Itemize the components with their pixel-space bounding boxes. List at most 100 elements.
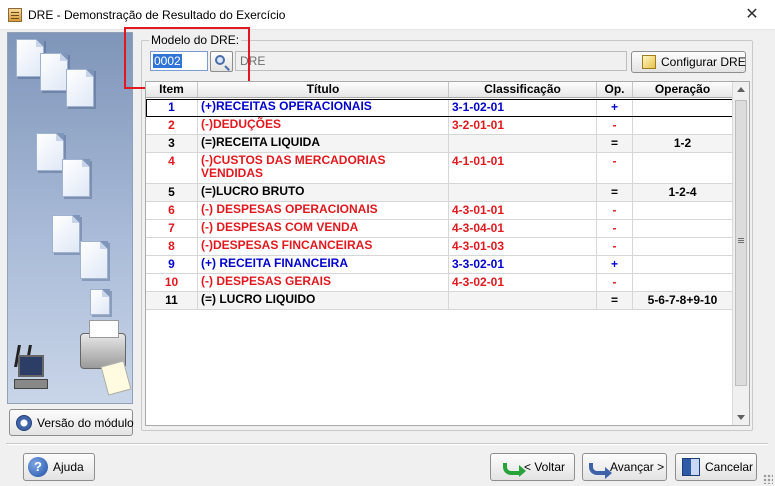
cell-item[interactable]: 2: [146, 117, 198, 134]
scroll-thumb[interactable]: [735, 100, 747, 386]
table-row[interactable]: 5 (=)LUCRO BRUTO = 1-2-4: [146, 184, 733, 202]
cell-classificacao[interactable]: 3-1-02-01: [449, 99, 597, 116]
cell-item[interactable]: 4: [146, 153, 198, 183]
cell-titulo[interactable]: (-) DESPESAS COM VENDA: [198, 220, 449, 237]
window-title: DRE - Demonstração de Resultado do Exerc…: [28, 8, 286, 22]
wizard-banner: [7, 32, 133, 404]
cell-titulo[interactable]: (=)LUCRO BRUTO: [198, 184, 449, 201]
cell-titulo[interactable]: (-)CUSTOS DAS MERCADORIAS VENDIDAS: [198, 153, 449, 183]
model-code-input[interactable]: 0002: [150, 51, 208, 71]
help-button[interactable]: ? Ajuda: [23, 453, 95, 481]
document-icon: [62, 159, 90, 197]
cell-classificacao[interactable]: [449, 135, 597, 152]
cell-classificacao[interactable]: 4-3-04-01: [449, 220, 597, 237]
table-row[interactable]: 11 (=) LUCRO LIQUIDO = 5-6-7-8+9-10: [146, 292, 733, 310]
table-row[interactable]: 3 (=)RECEITA LIQUIDA = 1-2: [146, 135, 733, 153]
back-button[interactable]: < Voltar: [490, 453, 575, 481]
column-header-item[interactable]: Item: [146, 82, 198, 97]
cell-classificacao[interactable]: 4-3-01-03: [449, 238, 597, 255]
cell-titulo[interactable]: (-) DESPESAS GERAIS: [198, 274, 449, 291]
dre-grid[interactable]: Item Título Classificação Op. Operação 1…: [145, 81, 750, 426]
resize-grip[interactable]: [763, 474, 773, 484]
column-header-operacao[interactable]: Operação: [633, 82, 733, 97]
cell-op[interactable]: -: [597, 274, 633, 291]
lookup-button[interactable]: [210, 51, 233, 72]
cell-item[interactable]: 6: [146, 202, 198, 219]
cell-item[interactable]: 1: [146, 99, 198, 116]
cell-operacao[interactable]: 1-2-4: [633, 184, 733, 201]
vertical-scrollbar[interactable]: [732, 82, 749, 425]
column-header-op[interactable]: Op.: [597, 82, 633, 97]
cell-operacao[interactable]: [633, 153, 733, 183]
cancel-label: Cancelar: [705, 460, 754, 474]
module-version-button[interactable]: Versão do módulo: [9, 409, 134, 436]
title-bar: DRE - Demonstração de Resultado do Exerc…: [0, 0, 775, 30]
cell-titulo[interactable]: (+)RECEITAS OPERACIONAIS: [198, 99, 449, 116]
cell-op[interactable]: -: [597, 220, 633, 237]
table-row[interactable]: 2 (-)DEDUÇÕES 3-2-01-01-: [146, 117, 733, 135]
cell-item[interactable]: 7: [146, 220, 198, 237]
edit-icon: [642, 55, 656, 69]
cell-titulo[interactable]: (-)DEDUÇÕES: [198, 117, 449, 134]
cell-item[interactable]: 11: [146, 292, 198, 309]
cell-item[interactable]: 5: [146, 184, 198, 201]
cell-op[interactable]: +: [597, 99, 633, 116]
cell-classificacao[interactable]: 3-2-01-01: [449, 117, 597, 134]
scroll-up-icon[interactable]: [737, 87, 745, 92]
cell-op[interactable]: =: [597, 135, 633, 152]
cell-operacao[interactable]: [633, 238, 733, 255]
table-row[interactable]: 10 (-) DESPESAS GERAIS 4-3-02-01-: [146, 274, 733, 292]
cell-titulo[interactable]: (=)RECEITA LIQUIDA: [198, 135, 449, 152]
cell-item[interactable]: 3: [146, 135, 198, 152]
document-icon: [80, 241, 108, 279]
cell-operacao[interactable]: [633, 202, 733, 219]
cell-operacao[interactable]: [633, 99, 733, 116]
column-header-classificacao[interactable]: Classificação: [449, 82, 597, 97]
configure-dre-label: Configurar DRE: [661, 55, 746, 69]
module-icon: [16, 414, 32, 431]
cell-operacao[interactable]: 5-6-7-8+9-10: [633, 292, 733, 309]
cell-op[interactable]: -: [597, 238, 633, 255]
table-row[interactable]: 4 (-)CUSTOS DAS MERCADORIAS VENDIDAS 4-1-0…: [146, 153, 733, 184]
cell-op[interactable]: -: [597, 117, 633, 134]
cell-classificacao[interactable]: [449, 184, 597, 201]
cell-op[interactable]: =: [597, 292, 633, 309]
scroll-down-icon[interactable]: [737, 415, 745, 420]
cell-item[interactable]: 8: [146, 238, 198, 255]
table-row[interactable]: 8 (-)DESPESAS FINCANCEIRAS 4-3-01-03-: [146, 238, 733, 256]
cell-operacao[interactable]: [633, 256, 733, 273]
cell-titulo[interactable]: (=) LUCRO LIQUIDO: [198, 292, 449, 309]
table-row[interactable]: 7 (-) DESPESAS COM VENDA 4-3-04-01-: [146, 220, 733, 238]
cell-classificacao[interactable]: 4-3-02-01: [449, 274, 597, 291]
cell-titulo[interactable]: (-) DESPESAS OPERACIONAIS: [198, 202, 449, 219]
cell-classificacao[interactable]: 4-1-01-01: [449, 153, 597, 183]
document-icon: [52, 215, 80, 253]
next-arrow-icon: [589, 463, 612, 479]
cell-item[interactable]: 9: [146, 256, 198, 273]
cell-classificacao[interactable]: 3-3-02-01: [449, 256, 597, 273]
close-icon[interactable]: ✕: [743, 6, 761, 24]
cell-op[interactable]: -: [597, 202, 633, 219]
cell-op[interactable]: =: [597, 184, 633, 201]
cell-operacao[interactable]: [633, 220, 733, 237]
table-row[interactable]: 6 (-) DESPESAS OPERACIONAIS 4-3-01-01-: [146, 202, 733, 220]
next-button[interactable]: Avançar >: [582, 453, 667, 481]
exit-icon: [682, 458, 700, 476]
cell-operacao[interactable]: [633, 274, 733, 291]
cell-operacao[interactable]: 1-2: [633, 135, 733, 152]
cell-op[interactable]: +: [597, 256, 633, 273]
cell-titulo[interactable]: (+) RECEITA FINANCEIRA: [198, 256, 449, 273]
cell-operacao[interactable]: [633, 117, 733, 134]
table-row[interactable]: 9 (+) RECEITA FINANCEIRA 3-3-02-01 +: [146, 256, 733, 274]
cell-classificacao[interactable]: 4-3-01-01: [449, 202, 597, 219]
model-group-label: Modelo do DRE:: [149, 33, 242, 47]
table-row[interactable]: 1 (+)RECEITAS OPERACIONAIS 3-1-02-01 +: [146, 99, 733, 117]
module-version-label: Versão do módulo: [37, 415, 134, 430]
cell-classificacao[interactable]: [449, 292, 597, 309]
cell-item[interactable]: 10: [146, 274, 198, 291]
cell-titulo[interactable]: (-)DESPESAS FINCANCEIRAS: [198, 238, 449, 255]
configure-dre-button[interactable]: Configurar DRE: [631, 51, 746, 73]
cell-op[interactable]: -: [597, 153, 633, 183]
column-header-titulo[interactable]: Título: [198, 82, 449, 97]
cancel-button[interactable]: Cancelar: [675, 453, 757, 481]
